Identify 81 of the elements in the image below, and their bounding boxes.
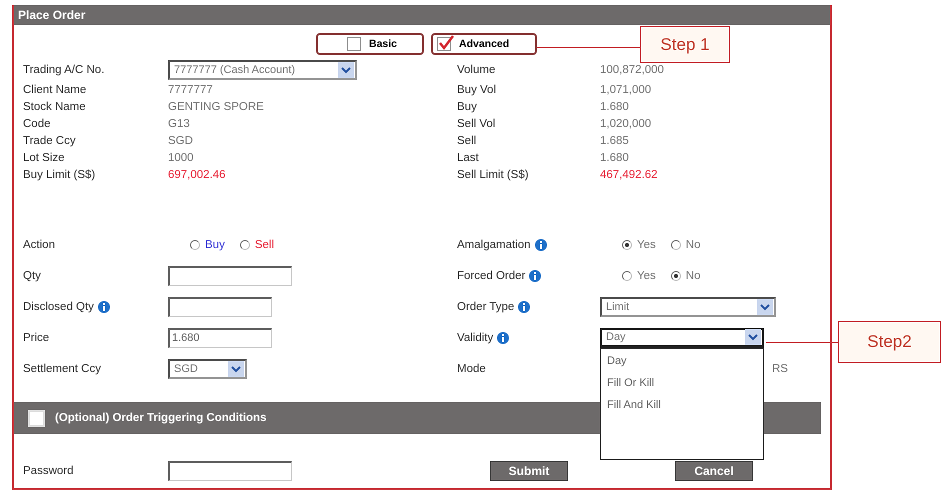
dropdown-option[interactable]: Day (601, 352, 763, 374)
dropdown[interactable]: Limit (600, 296, 776, 316)
info-icon[interactable] (497, 332, 510, 344)
field-label: Sell (457, 134, 476, 146)
info-icon[interactable] (529, 270, 542, 282)
field-label: Validity (457, 332, 494, 344)
radio-label: Yes (637, 238, 656, 250)
field-label: Settlement Ccy (23, 362, 101, 374)
field-label: Trade Ccy (23, 134, 76, 146)
field-label: Client Name (23, 84, 86, 96)
section-title: (Optional) Order Triggering Conditions (55, 412, 266, 424)
radio-button[interactable] (240, 240, 250, 250)
dropdown[interactable]: 7777777 (Cash Account) (168, 60, 357, 80)
chevron-icon (745, 329, 761, 345)
field-label: Amalgamation (457, 238, 531, 250)
radio-button[interactable] (670, 240, 681, 250)
field-value: 1,071,000 (600, 84, 652, 96)
input-field[interactable]: 1.680 (168, 328, 272, 348)
radio-label: Buy (205, 238, 225, 250)
field-label: Trading A/C No. (23, 64, 104, 76)
field-label: Buy Limit (S$) (23, 168, 96, 180)
field-label: Disclosed Qty (23, 300, 94, 312)
radio-label: No (686, 238, 700, 250)
field-value: 1.680 (600, 100, 629, 112)
input-field[interactable] (168, 266, 292, 286)
info-icon[interactable] (534, 238, 547, 250)
limit-value: 467,492.62 (600, 168, 658, 180)
field-label: Sell Vol (457, 118, 496, 130)
input-field[interactable] (168, 296, 272, 316)
info-icon[interactable] (98, 300, 110, 312)
checkbox[interactable] (346, 37, 361, 51)
chevron-icon (757, 298, 773, 314)
field-value: 7777777 (168, 84, 213, 96)
field-label: Order Type (457, 300, 514, 312)
dropdown-option[interactable]: Fill Or Kill (601, 374, 763, 396)
field-label: Last (457, 152, 479, 164)
field-value: 100,872,000 (600, 64, 664, 76)
field-label: Code (23, 118, 50, 130)
field-label: Volume (457, 64, 496, 76)
field-value: 1.680 (600, 152, 629, 164)
field-value: 1000 (168, 152, 194, 164)
checkbox[interactable] (437, 37, 451, 51)
field-label: Price (23, 332, 50, 344)
submit-button[interactable]: Submit (490, 461, 568, 481)
field-value: G13 (168, 118, 190, 130)
radio-button[interactable] (622, 240, 632, 250)
field-label: Forced Order (457, 270, 526, 282)
input-field[interactable] (168, 461, 292, 481)
info-icon[interactable] (518, 300, 530, 312)
limit-value: 697,002.46 (168, 168, 226, 180)
field-value: SGD (168, 134, 193, 146)
dropdown[interactable]: SGD (168, 358, 247, 378)
field-label: Sell Limit (S$) (457, 168, 529, 180)
step-label: Step 1 (659, 34, 711, 56)
field-label: Stock Name (23, 100, 86, 112)
dropdown-option[interactable]: Fill And Kill (601, 396, 763, 418)
field-value: RS (772, 362, 788, 374)
step-label: Step2 (866, 331, 913, 353)
mode-toggle[interactable]: Basic (316, 33, 424, 55)
radio-button[interactable] (670, 270, 681, 280)
mode-toggle[interactable]: Advanced (431, 33, 537, 55)
radio-button[interactable] (622, 270, 632, 280)
chevron-icon (338, 62, 354, 78)
window-title: Place Order (14, 5, 830, 25)
field-value: 1.685 (600, 134, 629, 146)
field-value: GENTING SPORE (168, 100, 264, 112)
radio-label: Sell (254, 238, 274, 250)
radio-label: No (686, 270, 700, 282)
dropdown[interactable]: Day (600, 328, 764, 348)
cancel-button[interactable]: Cancel (675, 461, 753, 481)
radio-label: Yes (637, 270, 656, 282)
field-label: Qty (23, 270, 41, 282)
field-label: Password (23, 465, 74, 477)
field-label: Buy Vol (457, 84, 496, 96)
radio-button[interactable] (190, 240, 200, 250)
field-label: Action (23, 238, 55, 250)
field-label: Lot Size (23, 152, 65, 164)
chevron-icon (228, 360, 244, 376)
field-value: 1,020,000 (600, 118, 652, 130)
field-label: Mode (457, 362, 486, 374)
field-label: Buy (457, 100, 477, 112)
